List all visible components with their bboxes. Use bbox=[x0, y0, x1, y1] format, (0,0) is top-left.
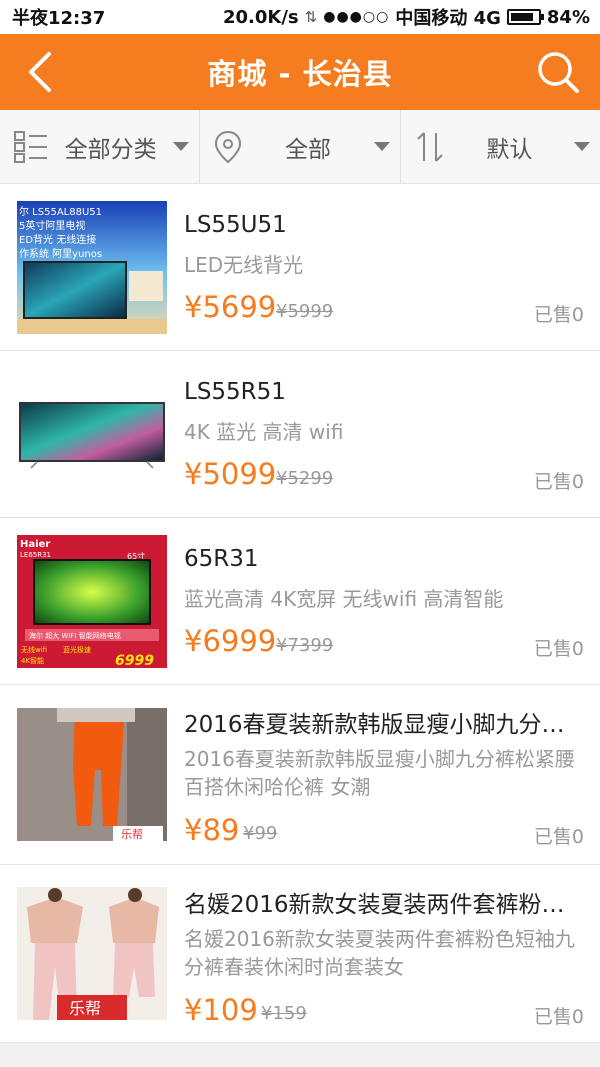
filter-location-label: 全部 bbox=[284, 136, 331, 163]
data-arrows-icon: ⇅ bbox=[304, 8, 318, 26]
thumb-caption: 4K智能 bbox=[21, 656, 44, 665]
signal-strength-icon: ●●●○○ bbox=[323, 9, 390, 25]
thumb-caption: 无线wifi bbox=[21, 645, 47, 654]
thumb-caption: 蓝光极速 bbox=[63, 645, 91, 654]
category-grid-icon bbox=[14, 130, 47, 163]
product-desc: 名媛2016新款女装夏装两件套裤粉色短袖九分裤春装休闲时尚套装女 bbox=[184, 927, 575, 979]
product-old-price: ¥5999 bbox=[276, 301, 334, 322]
battery-icon bbox=[506, 9, 544, 25]
product-name: 65R31 bbox=[184, 546, 259, 572]
status-indicators: 20.0K/s ⇅ ●●●○○ 中国移动 4G 84% bbox=[223, 4, 590, 30]
filter-sort-label: 默认 bbox=[486, 136, 533, 163]
thumb-caption: Haier bbox=[20, 539, 50, 550]
thumb-caption: 乐帮 bbox=[69, 999, 101, 1018]
product-sold: 已售0 bbox=[533, 1006, 584, 1028]
product-desc: 2016春夏装新款韩版显瘦小脚九分裤松紧腰百搭休闲哈伦裤 女潮 bbox=[184, 747, 575, 799]
caret-down-icon bbox=[373, 142, 390, 151]
product-item[interactable]: 乐帮 名媛2016新款女装夏装两件套裤粉色短袖九分裤春装休闲时尚套装女 名媛20… bbox=[0, 865, 600, 1043]
product-price: ¥6999 bbox=[184, 624, 277, 658]
product-image: 尔 LS55AL88U51 5英寸阿里电视 ED背光 无线连接 作系统 阿里yu… bbox=[17, 201, 167, 334]
caret-down-icon bbox=[573, 142, 590, 151]
list-footer bbox=[0, 1043, 600, 1067]
network-speed: 20.0K/s bbox=[223, 6, 299, 28]
product-item[interactable]: LS55R51 4K 蓝光 高清 wifi ¥5099 ¥5299 已售0 bbox=[0, 351, 600, 518]
thumb-caption: ED背光 无线连接 bbox=[19, 233, 96, 246]
product-desc: 4K 蓝光 高清 wifi bbox=[184, 420, 344, 444]
product-old-price: ¥5299 bbox=[276, 468, 334, 489]
page-title: 商城 - 长治县 bbox=[207, 57, 393, 91]
product-old-price: ¥159 bbox=[261, 1003, 307, 1024]
product-image: 乐帮 bbox=[17, 708, 167, 841]
thumb-caption: 海尔 超大 WIFI 智能网络电视 bbox=[29, 631, 121, 640]
product-name: LS55R51 bbox=[184, 379, 286, 405]
app-header: 商城 - 长治县 bbox=[0, 34, 600, 110]
thumb-caption: 6999 bbox=[115, 653, 154, 668]
product-price: ¥109 bbox=[184, 993, 258, 1027]
status-time: 半夜12:37 bbox=[12, 8, 106, 29]
product-old-price: ¥99 bbox=[243, 823, 278, 844]
battery-percent: 84% bbox=[546, 6, 590, 28]
filter-location[interactable]: 全部 bbox=[199, 110, 399, 183]
thumb-caption: 5英寸阿里电视 bbox=[19, 219, 85, 232]
thumb-caption: 乐帮 bbox=[121, 828, 143, 841]
product-price: ¥5099 bbox=[184, 457, 277, 491]
product-name: LS55U51 bbox=[184, 212, 287, 238]
back-button[interactable] bbox=[10, 42, 70, 102]
carrier-label: 中国移动 4G bbox=[395, 8, 501, 29]
filter-category[interactable]: 全部分类 bbox=[0, 110, 199, 183]
product-price: ¥89 bbox=[184, 813, 240, 847]
product-old-price: ¥7399 bbox=[276, 635, 334, 656]
thumb-caption: 作系统 阿里yunos bbox=[19, 247, 102, 260]
thumb-caption: LE65R31 bbox=[20, 551, 51, 559]
product-item[interactable]: 尔 LS55AL88U51 5英寸阿里电视 ED背光 无线连接 作系统 阿里yu… bbox=[0, 184, 600, 351]
product-name: 2016春夏装新款韩版显瘦小脚九分裤松紧腰百搭休闲哈伦裤 女潮 bbox=[184, 712, 584, 738]
product-sold: 已售0 bbox=[533, 471, 584, 493]
status-bar: 半夜12:37 20.0K/s ⇅ ●●●○○ 中国移动 4G 84% bbox=[0, 0, 600, 34]
product-desc: LED无线背光 bbox=[184, 253, 304, 277]
product-sold: 已售0 bbox=[533, 304, 584, 326]
product-image: Haier LE65R31 65寸 海尔 超大 WIFI 智能网络电视 无线wi… bbox=[17, 535, 167, 668]
sort-icon bbox=[416, 131, 443, 162]
filter-category-label: 全部分类 bbox=[64, 136, 157, 163]
search-button[interactable] bbox=[528, 42, 588, 102]
search-icon bbox=[538, 52, 579, 93]
product-sold: 已售0 bbox=[533, 638, 584, 660]
product-item[interactable]: Haier LE65R31 65寸 海尔 超大 WIFI 智能网络电视 无线wi… bbox=[0, 518, 600, 685]
filter-bar: 全部分类 全部 默认 bbox=[0, 110, 600, 184]
product-desc: 蓝光高清 4K宽屏 无线wifi 高清智能 bbox=[184, 587, 504, 611]
product-image: 乐帮 bbox=[17, 887, 167, 1020]
caret-down-icon bbox=[173, 142, 190, 151]
product-item[interactable]: 乐帮 2016春夏装新款韩版显瘦小脚九分裤松紧腰百搭休闲哈伦裤 女潮 2016春… bbox=[0, 685, 600, 865]
filter-sort[interactable]: 默认 bbox=[399, 110, 600, 183]
chevron-left-icon bbox=[29, 52, 51, 92]
product-price: ¥5699 bbox=[184, 290, 277, 324]
product-list: 尔 LS55AL88U51 5英寸阿里电视 ED背光 无线连接 作系统 阿里yu… bbox=[0, 184, 600, 1043]
thumb-caption: 尔 LS55AL88U51 bbox=[19, 205, 102, 218]
location-pin-icon bbox=[215, 130, 242, 163]
product-image bbox=[17, 368, 167, 501]
product-name: 名媛2016新款女装夏装两件套裤粉色短袖九分裤春装休闲时尚套装女 bbox=[184, 892, 584, 918]
product-sold: 已售0 bbox=[533, 826, 584, 848]
